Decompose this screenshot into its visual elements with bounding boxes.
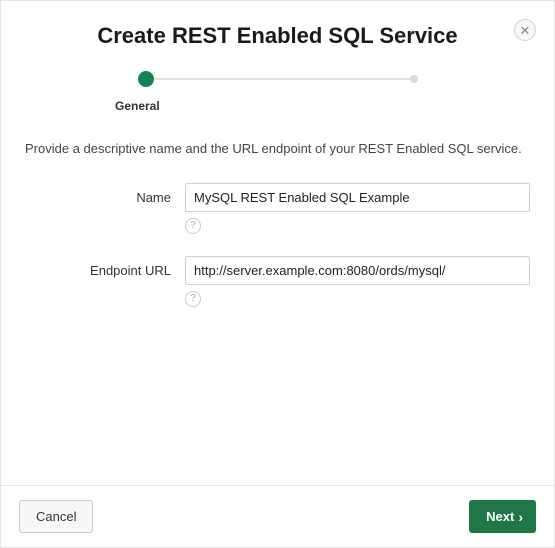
name-input[interactable] (185, 183, 530, 212)
close-button[interactable]: ✕ (514, 19, 536, 41)
form-description: Provide a descriptive name and the URL e… (25, 139, 530, 159)
wizard-step-label: General (1, 99, 554, 113)
chevron-right-icon: › (518, 510, 523, 524)
wizard-step-general-node (138, 71, 154, 87)
form-row-endpoint: Endpoint URL ? (25, 256, 530, 321)
dialog-content: Provide a descriptive name and the URL e… (1, 131, 554, 485)
wizard-step-next-node (410, 75, 418, 83)
name-help-icon[interactable]: ? (185, 218, 201, 234)
dialog-footer: Cancel Next › (1, 485, 554, 547)
close-icon: ✕ (520, 24, 531, 37)
create-rest-sql-dialog: ✕ Create REST Enabled SQL Service Genera… (0, 0, 555, 548)
endpoint-input[interactable] (185, 256, 530, 285)
form-row-name: Name ? (25, 183, 530, 248)
cancel-button[interactable]: Cancel (19, 500, 93, 533)
next-button-label: Next (486, 509, 514, 524)
next-button[interactable]: Next › (469, 500, 536, 533)
endpoint-label: Endpoint URL (25, 256, 185, 278)
wizard-progress (1, 59, 554, 93)
name-label: Name (25, 183, 185, 205)
wizard-line (146, 78, 410, 80)
dialog-title: Create REST Enabled SQL Service (1, 1, 554, 59)
endpoint-help-icon[interactable]: ? (185, 291, 201, 307)
